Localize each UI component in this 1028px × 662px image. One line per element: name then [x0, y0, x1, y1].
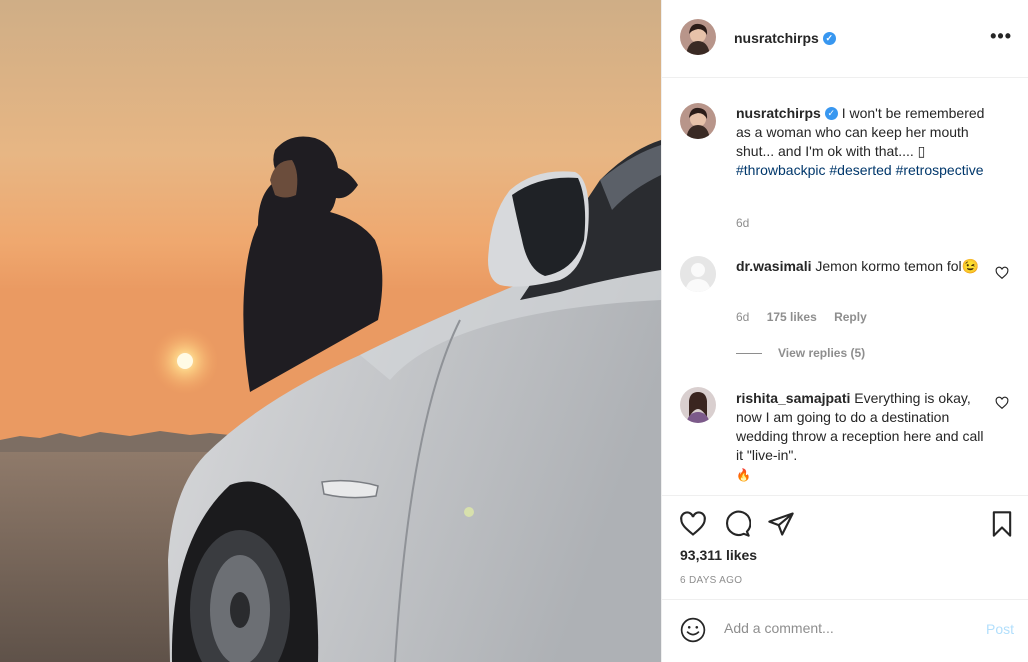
comment-likes[interactable]: 175 likes — [767, 310, 817, 324]
caption-username[interactable]: nusratchirps — [736, 105, 821, 121]
post-date[interactable]: 6 DAYS AGO — [680, 575, 742, 586]
comment-age[interactable]: 6d — [736, 310, 749, 324]
comment-icon[interactable] — [723, 510, 751, 538]
heart-icon[interactable] — [679, 510, 707, 538]
post-detail-panel: nusratchirps ✓ ••• nusratchirps ✓ I won't … — [661, 0, 1028, 662]
caption-glyph: ▯ — [917, 143, 926, 159]
caption-meta: 6d — [736, 216, 763, 230]
caption-avatar[interactable] — [680, 103, 716, 139]
heart-icon[interactable] — [995, 266, 1009, 280]
hashtag-link[interactable]: #retrospective — [896, 162, 984, 178]
comment-body: dr.wasimali Jemon kormo temon fol😉 — [736, 257, 994, 276]
emoji-icon[interactable] — [680, 617, 706, 643]
commenter-avatar[interactable] — [680, 387, 716, 423]
view-replies-label[interactable]: View replies (5) — [778, 346, 865, 360]
caption-age[interactable]: 6d — [736, 216, 749, 230]
heart-icon[interactable] — [995, 396, 1009, 410]
view-replies-button[interactable]: View replies (5) — [736, 346, 865, 360]
share-icon[interactable] — [767, 510, 795, 538]
author-avatar[interactable] — [680, 19, 716, 55]
caption-body: nusratchirps ✓ I won't be remembered as a… — [736, 104, 994, 180]
commenter-avatar[interactable] — [680, 256, 716, 292]
comment-username[interactable]: rishita_samajpati — [736, 390, 850, 406]
post-comment-button[interactable]: Post — [986, 621, 1014, 637]
author-username[interactable]: nusratchirps ✓ — [734, 30, 836, 46]
hashtag-link[interactable]: #deserted — [829, 162, 891, 178]
comment-emoji: 🔥 — [736, 468, 751, 482]
verified-icon: ✓ — [822, 31, 836, 45]
post-actions: 93,311 likes 6 DAYS AGO — [662, 495, 1028, 599]
hashtag-link[interactable]: #throwbackpic — [736, 162, 826, 178]
comment-input[interactable] — [724, 620, 964, 636]
more-options-icon[interactable]: ••• — [990, 26, 1012, 47]
comment-text: Jemon kormo temon fol😉 — [815, 258, 980, 274]
replies-divider — [736, 353, 762, 355]
add-comment-bar: Post — [662, 599, 1028, 662]
comment-username[interactable]: dr.wasimali — [736, 258, 811, 274]
post-photo[interactable] — [0, 0, 661, 662]
post-header: nusratchirps ✓ ••• — [662, 0, 1028, 78]
comments-list: nusratchirps ✓ I won't be remembered as a… — [662, 79, 1028, 495]
sunset-car-photo — [0, 0, 661, 662]
comment-body: rishita_samajpati Everything is okay, no… — [736, 389, 994, 485]
comment-meta: 6d 175 likes Reply — [736, 310, 881, 324]
verified-icon: ✓ — [824, 106, 838, 120]
reply-button[interactable]: Reply — [834, 310, 867, 324]
bookmark-icon[interactable] — [988, 510, 1016, 538]
likes-count[interactable]: 93,311 likes — [680, 547, 757, 563]
author-username-text[interactable]: nusratchirps — [734, 30, 819, 46]
